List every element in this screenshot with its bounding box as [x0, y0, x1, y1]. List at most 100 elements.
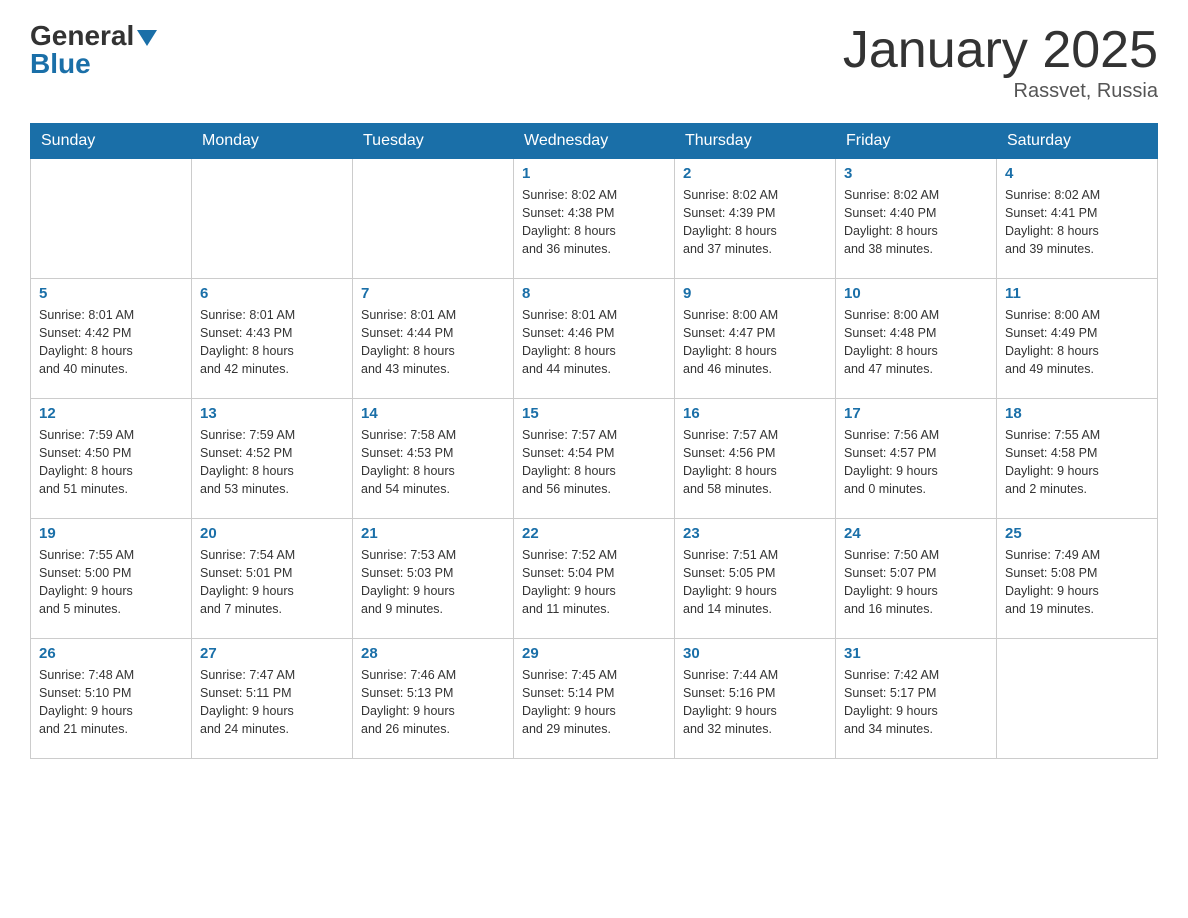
- day-info: Sunrise: 8:01 AM Sunset: 4:42 PM Dayligh…: [39, 306, 183, 379]
- day-number: 25: [1005, 525, 1149, 542]
- calendar-cell: 12 Sunrise: 7:59 AM Sunset: 4:50 PM Dayli…: [31, 399, 192, 519]
- day-number: 9: [683, 285, 827, 302]
- day-info: Sunrise: 8:01 AM Sunset: 4:43 PM Dayligh…: [200, 306, 344, 379]
- calendar-cell: 19 Sunrise: 7:55 AM Sunset: 5:00 PM Dayli…: [31, 519, 192, 639]
- calendar-cell: 26 Sunrise: 7:48 AM Sunset: 5:10 PM Dayli…: [31, 639, 192, 759]
- day-number: 8: [522, 285, 666, 302]
- day-number: 22: [522, 525, 666, 542]
- logo-triangle-icon: [137, 30, 157, 46]
- day-number: 2: [683, 165, 827, 182]
- day-info: Sunrise: 7:55 AM Sunset: 5:00 PM Dayligh…: [39, 546, 183, 619]
- calendar-cell: [192, 159, 353, 279]
- calendar-cell: 9Sunrise: 8:00 AM Sunset: 4:47 PM Daylig…: [675, 279, 836, 399]
- calendar-cell: 16Sunrise: 7:57 AM Sunset: 4:56 PM Dayli…: [675, 399, 836, 519]
- logo-blue-text: Blue: [30, 48, 91, 80]
- calendar-cell: 13Sunrise: 7:59 AM Sunset: 4:52 PM Dayli…: [192, 399, 353, 519]
- day-number: 12: [39, 405, 183, 422]
- day-info: Sunrise: 7:50 AM Sunset: 5:07 PM Dayligh…: [844, 546, 988, 619]
- calendar-week-row: 26 Sunrise: 7:48 AM Sunset: 5:10 PM Dayli…: [31, 639, 1158, 759]
- calendar-cell: 23 Sunrise: 7:51 AM Sunset: 5:05 PM Dayli…: [675, 519, 836, 639]
- day-info: Sunrise: 8:02 AM Sunset: 4:39 PM Dayligh…: [683, 186, 827, 259]
- day-info: Sunrise: 7:59 AM Sunset: 4:52 PM Dayligh…: [200, 426, 344, 499]
- calendar-cell: 21 Sunrise: 7:53 AM Sunset: 5:03 PM Dayli…: [353, 519, 514, 639]
- day-info: Sunrise: 7:56 AM Sunset: 4:57 PM Dayligh…: [844, 426, 988, 499]
- day-number: 20: [200, 525, 344, 542]
- day-number: 4: [1005, 165, 1149, 182]
- location-text: Rassvet, Russia: [843, 80, 1158, 103]
- calendar-cell: 25Sunrise: 7:49 AM Sunset: 5:08 PM Dayli…: [997, 519, 1158, 639]
- calendar-cell: 20 Sunrise: 7:54 AM Sunset: 5:01 PM Dayli…: [192, 519, 353, 639]
- day-info: Sunrise: 8:01 AM Sunset: 4:46 PM Dayligh…: [522, 306, 666, 379]
- day-info: Sunrise: 7:52 AM Sunset: 5:04 PM Dayligh…: [522, 546, 666, 619]
- day-number: 27: [200, 645, 344, 662]
- logo: General Blue: [30, 20, 157, 80]
- calendar-cell: 2 Sunrise: 8:02 AM Sunset: 4:39 PM Daylig…: [675, 159, 836, 279]
- calendar-cell: 6 Sunrise: 8:01 AM Sunset: 4:43 PM Daylig…: [192, 279, 353, 399]
- day-number: 18: [1005, 405, 1149, 422]
- calendar-week-row: 5 Sunrise: 8:01 AM Sunset: 4:42 PM Daylig…: [31, 279, 1158, 399]
- day-number: 3: [844, 165, 988, 182]
- calendar-cell: 17Sunrise: 7:56 AM Sunset: 4:57 PM Dayli…: [836, 399, 997, 519]
- day-number: 21: [361, 525, 505, 542]
- calendar-week-row: 12 Sunrise: 7:59 AM Sunset: 4:50 PM Dayli…: [31, 399, 1158, 519]
- day-number: 26: [39, 645, 183, 662]
- day-header-saturday: Saturday: [997, 124, 1158, 159]
- day-number: 1: [522, 165, 666, 182]
- calendar-cell: [997, 639, 1158, 759]
- calendar-title: January 2025: [843, 20, 1158, 80]
- calendar-cell: 22 Sunrise: 7:52 AM Sunset: 5:04 PM Dayli…: [514, 519, 675, 639]
- day-number: 29: [522, 645, 666, 662]
- calendar-cell: 4 Sunrise: 8:02 AM Sunset: 4:41 PM Daylig…: [997, 159, 1158, 279]
- calendar-cell: 10 Sunrise: 8:00 AM Sunset: 4:48 PM Dayli…: [836, 279, 997, 399]
- day-info: Sunrise: 7:45 AM Sunset: 5:14 PM Dayligh…: [522, 666, 666, 739]
- day-info: Sunrise: 7:54 AM Sunset: 5:01 PM Dayligh…: [200, 546, 344, 619]
- day-info: Sunrise: 7:59 AM Sunset: 4:50 PM Dayligh…: [39, 426, 183, 499]
- calendar-cell: 29 Sunrise: 7:45 AM Sunset: 5:14 PM Dayli…: [514, 639, 675, 759]
- calendar-cell: 30Sunrise: 7:44 AM Sunset: 5:16 PM Dayli…: [675, 639, 836, 759]
- calendar-cell: 1 Sunrise: 8:02 AM Sunset: 4:38 PM Daylig…: [514, 159, 675, 279]
- calendar-cell: 27Sunrise: 7:47 AM Sunset: 5:11 PM Dayli…: [192, 639, 353, 759]
- day-info: Sunrise: 8:00 AM Sunset: 4:49 PM Dayligh…: [1005, 306, 1149, 379]
- day-info: Sunrise: 7:42 AM Sunset: 5:17 PM Dayligh…: [844, 666, 988, 739]
- calendar-cell: 18 Sunrise: 7:55 AM Sunset: 4:58 PM Dayli…: [997, 399, 1158, 519]
- day-number: 5: [39, 285, 183, 302]
- day-info: Sunrise: 8:00 AM Sunset: 4:48 PM Dayligh…: [844, 306, 988, 379]
- calendar-cell: [31, 159, 192, 279]
- day-info: Sunrise: 7:57 AM Sunset: 4:54 PM Dayligh…: [522, 426, 666, 499]
- day-number: 16: [683, 405, 827, 422]
- day-info: Sunrise: 7:58 AM Sunset: 4:53 PM Dayligh…: [361, 426, 505, 499]
- calendar-cell: 11 Sunrise: 8:00 AM Sunset: 4:49 PM Dayli…: [997, 279, 1158, 399]
- day-info: Sunrise: 8:01 AM Sunset: 4:44 PM Dayligh…: [361, 306, 505, 379]
- day-number: 6: [200, 285, 344, 302]
- calendar-cell: 3 Sunrise: 8:02 AM Sunset: 4:40 PM Daylig…: [836, 159, 997, 279]
- calendar-cell: 28Sunrise: 7:46 AM Sunset: 5:13 PM Dayli…: [353, 639, 514, 759]
- day-header-wednesday: Wednesday: [514, 124, 675, 159]
- day-info: Sunrise: 7:48 AM Sunset: 5:10 PM Dayligh…: [39, 666, 183, 739]
- calendar-cell: 5 Sunrise: 8:01 AM Sunset: 4:42 PM Daylig…: [31, 279, 192, 399]
- calendar-cell: 24 Sunrise: 7:50 AM Sunset: 5:07 PM Dayli…: [836, 519, 997, 639]
- calendar-cell: [353, 159, 514, 279]
- calendar-cell: 14Sunrise: 7:58 AM Sunset: 4:53 PM Dayli…: [353, 399, 514, 519]
- day-info: Sunrise: 7:55 AM Sunset: 4:58 PM Dayligh…: [1005, 426, 1149, 499]
- calendar-cell: 15 Sunrise: 7:57 AM Sunset: 4:54 PM Dayli…: [514, 399, 675, 519]
- day-number: 23: [683, 525, 827, 542]
- calendar-header-row: SundayMondayTuesdayWednesdayThursdayFrid…: [31, 124, 1158, 159]
- day-number: 11: [1005, 285, 1149, 302]
- calendar-cell: 8 Sunrise: 8:01 AM Sunset: 4:46 PM Daylig…: [514, 279, 675, 399]
- day-number: 31: [844, 645, 988, 662]
- day-number: 19: [39, 525, 183, 542]
- page-header: General Blue January 2025 Rassvet, Russi…: [30, 20, 1158, 103]
- calendar-week-row: 19 Sunrise: 7:55 AM Sunset: 5:00 PM Dayli…: [31, 519, 1158, 639]
- day-number: 30: [683, 645, 827, 662]
- day-number: 7: [361, 285, 505, 302]
- day-header-thursday: Thursday: [675, 124, 836, 159]
- calendar-cell: 31 Sunrise: 7:42 AM Sunset: 5:17 PM Dayli…: [836, 639, 997, 759]
- day-info: Sunrise: 8:02 AM Sunset: 4:41 PM Dayligh…: [1005, 186, 1149, 259]
- day-number: 24: [844, 525, 988, 542]
- day-info: Sunrise: 8:02 AM Sunset: 4:38 PM Dayligh…: [522, 186, 666, 259]
- day-info: Sunrise: 7:53 AM Sunset: 5:03 PM Dayligh…: [361, 546, 505, 619]
- day-info: Sunrise: 7:51 AM Sunset: 5:05 PM Dayligh…: [683, 546, 827, 619]
- day-number: 15: [522, 405, 666, 422]
- day-number: 10: [844, 285, 988, 302]
- day-info: Sunrise: 8:02 AM Sunset: 4:40 PM Dayligh…: [844, 186, 988, 259]
